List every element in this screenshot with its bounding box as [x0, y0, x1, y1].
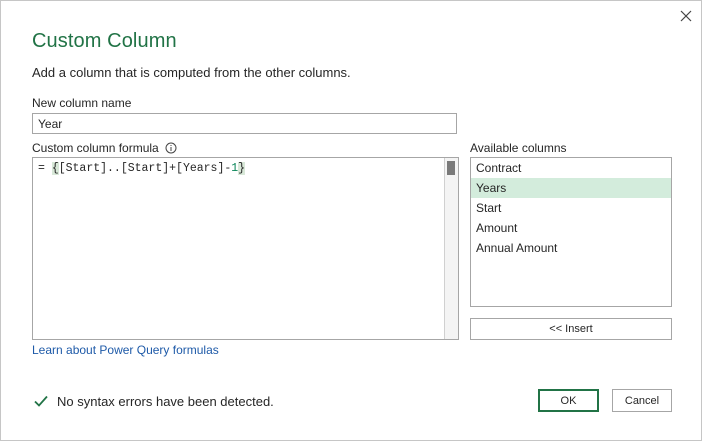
custom-column-dialog: Custom Column Add a column that is compu…	[0, 0, 702, 441]
syntax-status: No syntax errors have been detected.	[33, 393, 274, 409]
new-column-name-label: New column name	[32, 96, 132, 110]
formula-text[interactable]: = {[Start]..[Start]+[Years]-1}	[38, 162, 246, 175]
formula-editor[interactable]: = {[Start]..[Start]+[Years]-1}	[32, 157, 459, 340]
info-circle-icon[interactable]	[165, 142, 177, 154]
column-item-contract[interactable]: Contract	[471, 158, 671, 178]
formula-scrollbar-thumb[interactable]	[447, 161, 455, 175]
formula-open-brace: {	[51, 162, 59, 175]
dialog-title: Custom Column	[32, 30, 177, 52]
available-columns-label: Available columns	[470, 141, 567, 155]
formula-label: Custom column formula	[32, 141, 159, 155]
cancel-button[interactable]: Cancel	[612, 389, 672, 412]
column-item-annual-amount[interactable]: Annual Amount	[471, 238, 671, 258]
close-icon[interactable]	[677, 7, 695, 25]
ok-button[interactable]: OK	[538, 389, 599, 412]
new-column-name-input[interactable]	[32, 113, 457, 134]
learn-power-query-link[interactable]: Learn about Power Query formulas	[32, 343, 219, 357]
available-columns-list[interactable]: Contract Years Start Amount Annual Amoun…	[470, 157, 672, 307]
checkmark-icon	[33, 393, 49, 409]
formula-prefix: =	[38, 162, 52, 175]
insert-button[interactable]: << Insert	[470, 318, 672, 340]
dialog-subtitle: Add a column that is computed from the o…	[32, 65, 351, 80]
formula-scrollbar[interactable]	[444, 158, 458, 339]
column-item-amount[interactable]: Amount	[471, 218, 671, 238]
formula-close-brace: }	[238, 162, 246, 175]
formula-body: [Start]..[Start]+[Years]-	[58, 162, 232, 175]
column-item-years[interactable]: Years	[471, 178, 671, 198]
formula-label-row: Custom column formula	[32, 141, 177, 155]
column-item-start[interactable]: Start	[471, 198, 671, 218]
syntax-status-text: No syntax errors have been detected.	[57, 393, 274, 409]
